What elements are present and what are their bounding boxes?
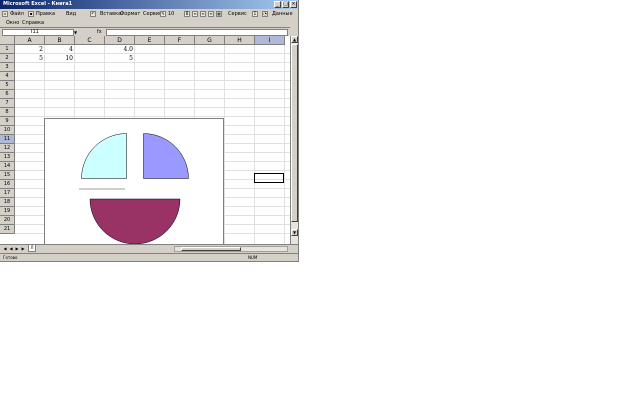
gridline-horizontal xyxy=(15,89,290,90)
font-size-box[interactable]: 10 xyxy=(168,9,174,20)
chevron-down-icon[interactable]: ▼ xyxy=(74,29,79,36)
sheet-tab-bar: ◀ ◀ ▶ ▶ Л xyxy=(0,244,298,253)
gridline-horizontal xyxy=(15,98,290,99)
row-header-5[interactable]: 5 xyxy=(0,81,15,90)
cell-a1[interactable]: 2 xyxy=(15,45,45,54)
gridline-horizontal xyxy=(15,71,290,72)
menu-service[interactable]: Сервис xyxy=(228,9,247,20)
window-title: Microsoft Excel - Книга1 xyxy=(3,1,73,7)
status-text: Готово xyxy=(3,255,18,260)
row-header-18[interactable]: 18 xyxy=(0,198,15,207)
row-header-7[interactable]: 7 xyxy=(0,99,15,108)
row-header-17[interactable]: 17 xyxy=(0,189,15,198)
close-button[interactable]: × xyxy=(290,1,297,8)
align-left-icon[interactable]: ≡ xyxy=(192,11,198,17)
cell-d1[interactable]: 4.0 xyxy=(105,45,135,54)
pie-chart[interactable] xyxy=(44,118,224,244)
menu-toolbar: ▫ Файл ▪ Правка Вид ↶ Вставка Формат Сер… xyxy=(0,9,298,20)
row-header-1[interactable]: 1 xyxy=(0,45,15,54)
save-icon[interactable]: ▪ xyxy=(28,11,34,17)
align-right-icon[interactable]: ≡ xyxy=(208,11,214,17)
gridline-horizontal xyxy=(15,107,290,108)
horizontal-scrollbar[interactable] xyxy=(174,246,288,252)
menu-window[interactable]: Окно xyxy=(6,20,19,27)
cell-a2[interactable]: 5 xyxy=(15,54,45,63)
row-header-9[interactable]: 9 xyxy=(0,117,15,126)
row-header-11[interactable]: 11 xyxy=(0,135,15,144)
gridline-horizontal xyxy=(15,80,290,81)
column-header-f[interactable]: F xyxy=(165,36,195,45)
column-header-e[interactable]: E xyxy=(135,36,165,45)
column-header-h[interactable]: H xyxy=(225,36,255,45)
column-header-a[interactable]: A xyxy=(15,36,45,45)
column-header-g[interactable]: G xyxy=(195,36,225,45)
vertical-scrollbar[interactable]: ▲ ▼ xyxy=(290,36,298,244)
new-icon[interactable]: ▫ xyxy=(2,11,8,17)
gridline-horizontal xyxy=(15,116,290,117)
pie-slice-1[interactable] xyxy=(81,133,127,179)
title-bar: Microsoft Excel - Книга1 _ □ × xyxy=(0,0,298,9)
bold-icon[interactable]: B xyxy=(184,11,190,17)
active-cell[interactable] xyxy=(254,173,284,183)
row-header-16[interactable]: 16 xyxy=(0,180,15,189)
row-header-4[interactable]: 4 xyxy=(0,72,15,81)
maximize-button[interactable]: □ xyxy=(282,1,289,8)
menu-help[interactable]: Справка xyxy=(22,20,44,27)
worksheet-grid[interactable]: ABCDEFGHI 1 2 3 4 5 6 7 8 9 10 11 12 13 14 15 16 17 18 19 2… xyxy=(0,36,290,244)
pie-slice-3[interactable] xyxy=(89,198,181,244)
menu-insert[interactable]: Вставка xyxy=(100,9,121,20)
scroll-down-button[interactable]: ▼ xyxy=(291,229,298,236)
cell-d2[interactable]: 5 xyxy=(105,54,135,63)
column-header-d[interactable]: D xyxy=(105,36,135,45)
pie-slice-2[interactable] xyxy=(143,133,189,179)
last-sheet-icon[interactable]: ▶ xyxy=(20,246,26,252)
minimize-button[interactable]: _ xyxy=(274,1,281,8)
column-header-i[interactable]: I xyxy=(255,36,285,45)
pie-chart-svg xyxy=(79,133,189,244)
chart-wizard-icon[interactable]: ◔ xyxy=(262,11,268,17)
row-header-12[interactable]: 12 xyxy=(0,144,15,153)
table-icon[interactable]: ▦ xyxy=(216,11,222,17)
formula-input[interactable] xyxy=(106,29,288,36)
excel-window: Microsoft Excel - Книга1 _ □ × ▫ Файл ▪ … xyxy=(0,0,299,262)
row-header-14[interactable]: 14 xyxy=(0,162,15,171)
menu-data[interactable]: Данные xyxy=(272,9,293,20)
status-bar: Готово NUM xyxy=(0,253,298,261)
menu-view[interactable]: Вид xyxy=(66,9,76,20)
cell-b2[interactable]: 10 xyxy=(45,54,75,63)
menu-format[interactable]: Формат xyxy=(120,9,140,20)
align-center-icon[interactable]: ≡ xyxy=(200,11,206,17)
row-header-3[interactable]: 3 xyxy=(0,63,15,72)
column-header-b[interactable]: B xyxy=(45,36,75,45)
cell-b1[interactable]: 4 xyxy=(45,45,75,54)
column-header-c[interactable]: C xyxy=(75,36,105,45)
row-header-10[interactable]: 10 xyxy=(0,126,15,135)
row-header-13[interactable]: 13 xyxy=(0,153,15,162)
vertical-scroll-thumb[interactable] xyxy=(291,44,298,222)
row-header-15[interactable]: 15 xyxy=(0,171,15,180)
row-header-21[interactable]: 21 xyxy=(0,225,15,234)
row-header-8[interactable]: 8 xyxy=(0,108,15,117)
row-header-2[interactable]: 2 xyxy=(0,54,15,63)
sum-icon[interactable]: Σ xyxy=(252,11,258,17)
menu-edit[interactable]: Правка xyxy=(36,9,55,20)
menu-file[interactable]: Файл xyxy=(10,9,24,20)
sheet-tab[interactable]: Л xyxy=(28,245,36,252)
brush-icon[interactable]: ✎ xyxy=(160,11,166,17)
undo-icon[interactable]: ↶ xyxy=(90,11,96,17)
row-header-6[interactable]: 6 xyxy=(0,90,15,99)
name-box[interactable]: I11 xyxy=(2,29,74,36)
row-header-20[interactable]: 20 xyxy=(0,216,15,225)
horizontal-scroll-thumb[interactable] xyxy=(181,247,241,251)
scroll-up-button[interactable]: ▲ xyxy=(291,36,298,43)
num-lock-indicator: NUM xyxy=(248,255,258,260)
menu-bar-secondary: Окно Справка xyxy=(0,20,298,27)
row-header-19[interactable]: 19 xyxy=(0,207,15,216)
menu-tools[interactable]: Сервис xyxy=(143,9,162,20)
select-all-corner[interactable] xyxy=(0,36,15,45)
fx-icon[interactable]: fx xyxy=(97,29,102,36)
